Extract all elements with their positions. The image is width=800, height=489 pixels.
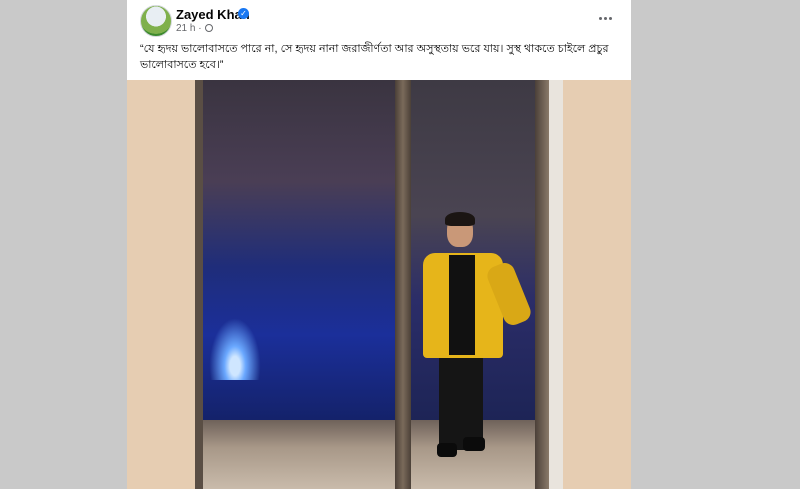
person-figure — [417, 212, 534, 465]
verified-badge-icon: ✓ — [238, 8, 249, 19]
hair — [445, 212, 475, 226]
more-options-icon[interactable] — [595, 8, 615, 28]
post-header: Zayed Khan ✓ 21 h · “যে হৃদয় ভালোবাসতে … — [127, 0, 631, 78]
more-dot — [598, 16, 602, 20]
window-frame-middle — [395, 80, 411, 489]
shoe-right — [463, 437, 485, 451]
facebook-post: Zayed Khan ✓ 21 h · “যে হৃদয় ভালোবাসতে … — [127, 0, 631, 489]
profile-avatar[interactable] — [140, 5, 172, 37]
wall-right — [549, 80, 563, 489]
shoe-left — [437, 443, 457, 457]
window-frame-left — [195, 80, 203, 489]
trousers — [439, 355, 483, 450]
post-photo[interactable] — [195, 80, 563, 489]
more-dot — [603, 16, 607, 20]
post-media[interactable] — [127, 80, 631, 489]
more-dot — [608, 16, 612, 20]
fountain-glow — [205, 310, 265, 380]
globe-icon — [205, 24, 214, 32]
post-caption: “যে হৃদয় ভালোবাসতে পারে না, সে হৃদয় না… — [140, 43, 609, 71]
timestamp-text[interactable]: 21 h · — [176, 23, 202, 34]
black-tshirt — [449, 255, 475, 355]
post-timestamp[interactable]: 21 h · — [176, 23, 214, 34]
window-frame-right — [535, 80, 549, 489]
